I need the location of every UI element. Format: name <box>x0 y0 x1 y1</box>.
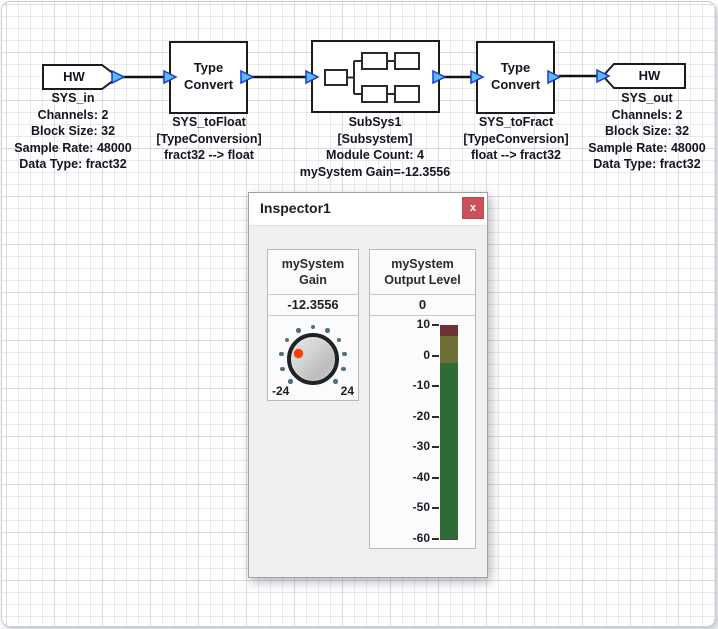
knob-tick-dot <box>279 352 284 357</box>
sys-in-caption: SYS_in Channels: 2 Block Size: 32 Sample… <box>1 90 153 173</box>
module-name: SYS_toFloat <box>144 114 274 131</box>
knob-tick-dot <box>342 352 347 357</box>
inspector-window[interactable]: Inspector1 x mySystem Gain -12.3556 -24 … <box>248 192 488 578</box>
meter-segment <box>440 336 458 364</box>
meter-tick-label: -30 <box>394 439 430 453</box>
tc1-label-line1: Type <box>170 59 247 76</box>
module-name: SubSys1 <box>285 114 465 131</box>
meter-tick-mark <box>432 385 439 387</box>
knob-tick-dot <box>280 367 285 372</box>
meter-tick-label: -20 <box>394 409 430 423</box>
tc2-caption: SYS_toFract [TypeConversion] float --> f… <box>451 114 581 164</box>
meter-value-display: 0 <box>370 295 475 316</box>
inspector-titlebar[interactable]: Inspector1 x <box>249 193 487 226</box>
meter-tick-mark <box>432 507 439 509</box>
meter-tick-label: -10 <box>394 378 430 392</box>
output-level-meter: 10 0 -10 -20 -30 -40 -50 -60 <box>370 316 475 548</box>
knob-tick-dot <box>337 338 342 343</box>
knob-min-label: -24 <box>272 384 289 398</box>
meter-tick-mark <box>432 416 439 418</box>
meter-tick-mark <box>432 355 439 357</box>
tc1-label-line2: Convert <box>170 76 247 93</box>
knob-face[interactable] <box>287 333 339 385</box>
module-name: SYS_toFract <box>451 114 581 131</box>
output-level-panel: mySystem Output Level 0 100-10-20-30-40-… <box>369 249 476 549</box>
output-port-icon[interactable] <box>112 71 124 83</box>
module-name: SYS_out <box>577 90 716 107</box>
meter-segment <box>440 325 458 336</box>
subsys-gain-readout: mySystem Gain=-12.3556 <box>285 164 465 181</box>
sys-out-caption: SYS_out Channels: 2 Block Size: 32 Sampl… <box>577 90 716 173</box>
meter-tick-mark <box>432 538 439 540</box>
gain-value-display[interactable]: -12.3556 <box>268 295 358 316</box>
sys-out-hw-label[interactable]: HW <box>614 68 685 83</box>
module-name: SYS_in <box>1 90 153 107</box>
tc1-caption: SYS_toFloat [TypeConversion] fract32 -->… <box>144 114 274 164</box>
meter-tick-mark <box>432 446 439 448</box>
close-button[interactable]: x <box>462 197 484 219</box>
knob-tick-dot <box>285 338 290 343</box>
tc2-label-line2: Convert <box>477 76 554 93</box>
meter-panel-title: mySystem Output Level <box>370 250 475 295</box>
knob-tick-dot <box>296 328 301 333</box>
subsys1-caption: SubSys1 [Subsystem] Module Count: 4 mySy… <box>285 114 465 180</box>
meter-tick-label: -50 <box>394 500 430 514</box>
knob-max-label: 24 <box>341 384 354 398</box>
tc2-label[interactable]: Type Convert <box>477 59 554 93</box>
meter-tick-label: 0 <box>394 348 430 362</box>
meter-segment <box>440 363 458 539</box>
inspector-title: Inspector1 <box>260 200 331 216</box>
knob-tick-dot <box>311 325 316 330</box>
gain-control-panel: mySystem Gain -12.3556 -24 24 <box>267 249 359 401</box>
gain-knob[interactable]: -24 24 <box>268 316 358 399</box>
meter-tick-label: -60 <box>394 531 430 545</box>
meter-tick-mark <box>432 477 439 479</box>
knob-tick-dot <box>288 379 293 384</box>
meter-tick-label: 10 <box>394 317 430 331</box>
design-canvas: HW Type Convert Type Convert HW SYS_in C… <box>1 1 716 627</box>
knob-tick-dot <box>333 379 338 384</box>
gain-panel-title: mySystem Gain <box>268 250 358 295</box>
tc2-label-line1: Type <box>477 59 554 76</box>
meter-bar <box>440 325 458 540</box>
tc1-label[interactable]: Type Convert <box>170 59 247 93</box>
knob-tick-dot <box>325 328 330 333</box>
meter-tick-label: -40 <box>394 470 430 484</box>
knob-tick-dot <box>341 367 346 372</box>
meter-tick-mark <box>432 324 439 326</box>
sys-in-hw-label[interactable]: HW <box>43 69 105 84</box>
